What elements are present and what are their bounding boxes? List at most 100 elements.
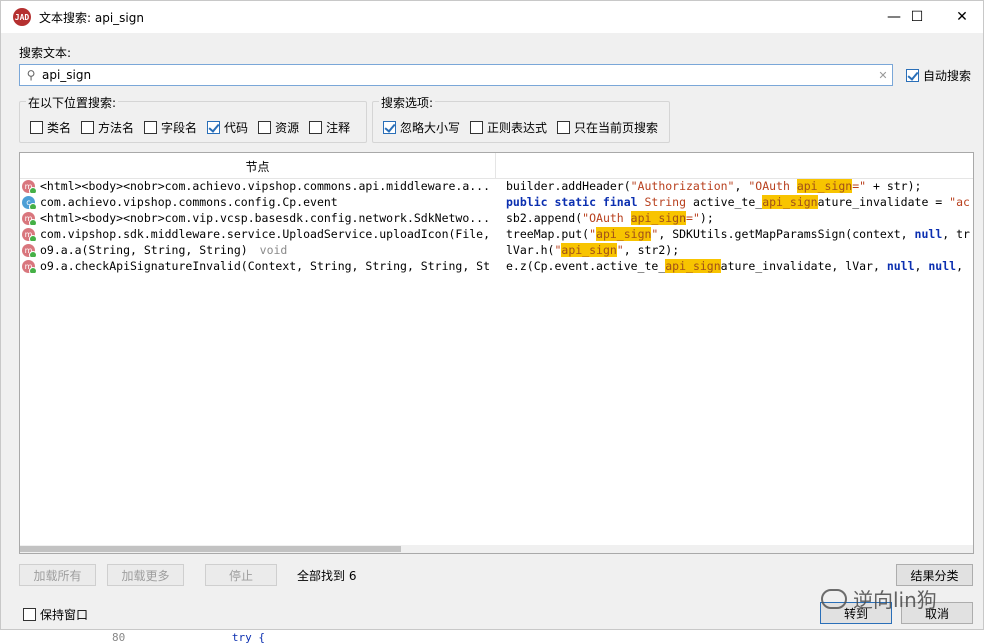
search-match-highlight: api_sign bbox=[596, 227, 652, 241]
checkbox-checked-icon[interactable] bbox=[207, 121, 221, 134]
code-segment: null bbox=[928, 259, 957, 273]
result-node-cell: m o9.a.checkApiSignatureInvalid(Context, … bbox=[22, 259, 496, 273]
result-node-text: com.achievo.vipshop.commons.config.Cp.ev… bbox=[40, 195, 338, 209]
result-node-return-type: void bbox=[259, 243, 288, 257]
search-input[interactable] bbox=[42, 66, 874, 84]
group-results-button[interactable]: 结果分类 bbox=[896, 564, 973, 586]
wechat-icon bbox=[821, 588, 847, 609]
close-button[interactable]: ✕ bbox=[939, 1, 985, 33]
search-input-container[interactable]: ⚲ ✕ bbox=[19, 64, 893, 86]
code-segment: String bbox=[644, 195, 687, 209]
code-segment: ); bbox=[699, 211, 714, 225]
result-row[interactable]: m com.vipshop.sdk.middleware.service.Uplo… bbox=[20, 227, 973, 243]
search-locations-group: 在以下位置搜索: 类名 方法名 字段名 代码 资源 注释 bbox=[19, 94, 367, 143]
result-row[interactable]: m <html><body><nobr>com.achievo.vipshop.c… bbox=[20, 179, 973, 195]
current-page-label: 只在当前页搜索 bbox=[574, 121, 659, 135]
code-segment: " bbox=[589, 227, 597, 241]
code-segment: , SDKUtils.getMapParamsSign(context, bbox=[658, 227, 915, 241]
ignore-case-checkbox[interactable]: 忽略大小写 bbox=[383, 119, 460, 136]
location-resource-checkbox[interactable]: 资源 bbox=[258, 119, 299, 136]
code-segment: "OAuth bbox=[582, 211, 631, 225]
location-resource-label: 资源 bbox=[275, 121, 300, 135]
auto-search-check-icon[interactable] bbox=[906, 69, 919, 82]
result-row[interactable]: m <html><body><nobr>com.vip.vcsp.basesdk.… bbox=[20, 211, 973, 227]
search-match-highlight: api_sign bbox=[762, 195, 818, 209]
location-field-label: 字段名 bbox=[161, 121, 198, 135]
scrollbar-thumb[interactable] bbox=[20, 546, 401, 552]
location-comment-label: 注释 bbox=[326, 121, 351, 135]
search-text-label: 搜索文本: bbox=[19, 46, 72, 60]
results-table[interactable]: 节点 m <html><body><nobr>com.achievo.vipsho… bbox=[19, 152, 974, 554]
keep-window-checkbox[interactable]: 保持窗口 bbox=[23, 606, 88, 623]
result-node-text: o9.a.a(String, String, String) bbox=[40, 243, 255, 257]
result-node-cell: m o9.a.a(String, String, String) void bbox=[22, 243, 496, 257]
code-segment: , bbox=[914, 259, 929, 273]
background-keyword: try { bbox=[231, 631, 265, 644]
auto-search-checkbox[interactable]: 自动搜索 bbox=[906, 67, 971, 84]
auto-search-label: 自动搜索 bbox=[923, 69, 972, 83]
current-page-checkbox[interactable]: 只在当前页搜索 bbox=[557, 119, 658, 136]
location-code-label: 代码 bbox=[224, 121, 249, 135]
result-code-cell: builder.addHeader("Authorization", "OAut… bbox=[506, 179, 973, 193]
clear-icon[interactable]: ✕ bbox=[874, 69, 892, 82]
result-row[interactable]: m o9.a.checkApiSignatureInvalid(Context, … bbox=[20, 259, 973, 275]
method-icon: m bbox=[22, 211, 37, 225]
location-code-checkbox[interactable]: 代码 bbox=[207, 119, 248, 136]
class-icon: c bbox=[22, 195, 37, 209]
result-node-cell: m <html><body><nobr>com.achievo.vipshop.c… bbox=[22, 179, 496, 193]
location-class-checkbox[interactable]: 类名 bbox=[30, 119, 71, 136]
app-icon: JAD bbox=[13, 8, 31, 26]
result-node-cell: c com.achievo.vipshop.commons.config.Cp.e… bbox=[22, 195, 496, 209]
checkbox-icon[interactable] bbox=[309, 121, 323, 134]
result-node-text: o9.a.checkApiSignatureInvalid(Context, S… bbox=[40, 259, 491, 273]
results-header: 节点 bbox=[20, 153, 973, 179]
load-more-button[interactable]: 加载更多 bbox=[107, 564, 184, 586]
location-method-label: 方法名 bbox=[98, 121, 135, 135]
checkbox-icon[interactable] bbox=[144, 121, 158, 134]
code-segment: sb2.append( bbox=[506, 211, 583, 225]
checkbox-icon[interactable] bbox=[557, 121, 571, 134]
code-segment: "Authorization" bbox=[630, 179, 735, 193]
code-segment: =" bbox=[686, 211, 700, 225]
code-segment: treeMap.put( bbox=[506, 227, 590, 241]
location-field-checkbox[interactable]: 字段名 bbox=[144, 119, 197, 136]
maximize-button[interactable]: ☐ bbox=[894, 1, 940, 33]
search-locations-legend: 在以下位置搜索: bbox=[26, 94, 119, 111]
result-row[interactable]: c com.achievo.vipshop.commons.config.Cp.e… bbox=[20, 195, 973, 211]
result-code-cell: treeMap.put("api_sign", SDKUtils.getMapP… bbox=[506, 227, 973, 241]
column-header-node[interactable]: 节点 bbox=[20, 153, 496, 179]
location-comment-checkbox[interactable]: 注释 bbox=[309, 119, 350, 136]
checkbox-icon[interactable] bbox=[23, 608, 36, 621]
window-title: 文本搜索: api_sign bbox=[39, 10, 144, 25]
ignore-case-label: 忽略大小写 bbox=[400, 121, 461, 135]
checkbox-icon[interactable] bbox=[258, 121, 272, 134]
search-options-legend: 搜索选项: bbox=[379, 94, 436, 111]
load-all-button[interactable]: 加载所有 bbox=[19, 564, 96, 586]
method-icon: m bbox=[22, 243, 37, 257]
checkbox-icon[interactable] bbox=[81, 121, 95, 134]
checkbox-icon[interactable] bbox=[470, 121, 484, 134]
checkbox-icon[interactable] bbox=[30, 121, 43, 134]
result-row[interactable]: m o9.a.a(String, String, String) void lVar… bbox=[20, 243, 973, 259]
code-segment: "ac bbox=[949, 195, 970, 209]
stop-button[interactable]: 停止 bbox=[205, 564, 277, 586]
method-icon: m bbox=[22, 259, 37, 273]
regex-checkbox[interactable]: 正则表达式 bbox=[470, 119, 547, 136]
code-segment: "OAuth bbox=[748, 179, 797, 193]
result-node-text: <html><body><nobr>com.achievo.vipshop.co… bbox=[40, 179, 491, 193]
result-node-cell: m com.vipshop.sdk.middleware.service.Uplo… bbox=[22, 227, 496, 241]
horizontal-scrollbar[interactable] bbox=[20, 545, 973, 553]
text-search-dialog: JAD 文本搜索: api_sign — ☐ ✕ 搜索文本: ⚲ ✕ 自动搜索 … bbox=[0, 0, 984, 630]
search-match-highlight: api_sign bbox=[561, 243, 617, 257]
watermark: 逆向lin狗 bbox=[821, 584, 937, 613]
code-segment: active_te_ bbox=[686, 195, 763, 209]
result-node-cell: m <html><body><nobr>com.vip.vcsp.basesdk.… bbox=[22, 211, 496, 225]
title-bar[interactable]: JAD 文本搜索: api_sign — ☐ ✕ bbox=[1, 1, 983, 33]
code-segment: , bbox=[734, 179, 749, 193]
location-method-checkbox[interactable]: 方法名 bbox=[81, 119, 134, 136]
search-match-highlight: api_sign bbox=[796, 179, 853, 193]
checkbox-checked-icon[interactable] bbox=[383, 121, 396, 134]
keep-window-label: 保持窗口 bbox=[40, 608, 89, 622]
code-segment: lVar.h( bbox=[506, 243, 555, 257]
method-icon: m bbox=[22, 227, 37, 241]
